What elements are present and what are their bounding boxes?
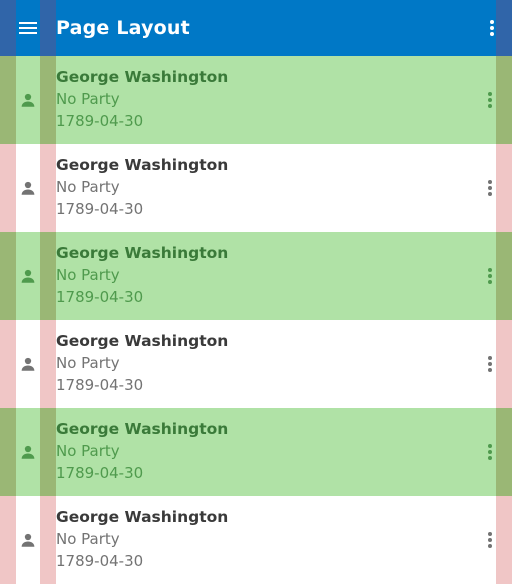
item-date: 1789-04-30: [56, 200, 144, 218]
more-vert-icon: [490, 20, 494, 36]
item-overflow-button[interactable]: [480, 354, 500, 374]
item-date: 1789-04-30: [56, 464, 144, 482]
list-item-text: George Washington No Party 1789-04-30: [56, 418, 228, 484]
president-list: George Washington No Party 1789-04-30 Georg…: [0, 56, 512, 584]
app-bar: Page Layout: [0, 0, 512, 56]
app-bar-overflow-button[interactable]: [472, 0, 512, 56]
list-item[interactable]: George Washington No Party 1789-04-30: [0, 320, 512, 408]
item-overflow-button[interactable]: [480, 266, 500, 286]
page-title: Page Layout: [56, 17, 190, 39]
hamburger-menu-icon: [19, 22, 37, 34]
more-vert-icon: [488, 92, 492, 108]
menu-button[interactable]: [0, 0, 56, 56]
item-name: George Washington: [56, 68, 229, 86]
list-item[interactable]: George Washington No Party 1789-04-30: [0, 232, 512, 320]
person-icon: [18, 266, 38, 286]
item-name: George Washington: [56, 156, 229, 174]
person-icon: [18, 90, 38, 110]
list-item-text: George Washington No Party 1789-04-30: [56, 66, 228, 132]
item-overflow-button[interactable]: [480, 178, 500, 198]
list-item-text: George Washington No Party 1789-04-30: [56, 506, 228, 572]
item-party: No Party: [56, 90, 120, 108]
more-vert-icon: [488, 444, 492, 460]
list-item-text: George Washington No Party 1789-04-30: [56, 330, 228, 396]
item-date: 1789-04-30: [56, 288, 144, 306]
item-name: George Washington: [56, 332, 229, 350]
list-item[interactable]: George Washington No Party 1789-04-30: [0, 56, 512, 144]
item-party: No Party: [56, 530, 120, 548]
more-vert-icon: [488, 268, 492, 284]
item-date: 1789-04-30: [56, 376, 144, 394]
item-date: 1789-04-30: [56, 552, 144, 570]
list-item-text: George Washington No Party 1789-04-30: [56, 154, 228, 220]
more-vert-icon: [488, 356, 492, 372]
item-date: 1789-04-30: [56, 112, 144, 130]
item-overflow-button[interactable]: [480, 442, 500, 462]
person-icon: [18, 354, 38, 374]
item-party: No Party: [56, 354, 120, 372]
more-vert-icon: [488, 180, 492, 196]
person-icon: [18, 442, 38, 462]
item-name: George Washington: [56, 508, 229, 526]
item-name: George Washington: [56, 244, 229, 262]
item-party: No Party: [56, 178, 120, 196]
list-item[interactable]: George Washington No Party 1789-04-30: [0, 496, 512, 584]
item-name: George Washington: [56, 420, 229, 438]
item-party: No Party: [56, 266, 120, 284]
person-icon: [18, 178, 38, 198]
item-party: No Party: [56, 442, 120, 460]
person-icon: [18, 530, 38, 550]
list-item[interactable]: George Washington No Party 1789-04-30: [0, 144, 512, 232]
item-overflow-button[interactable]: [480, 90, 500, 110]
item-overflow-button[interactable]: [480, 530, 500, 550]
more-vert-icon: [488, 532, 492, 548]
list-item-text: George Washington No Party 1789-04-30: [56, 242, 228, 308]
list-item[interactable]: George Washington No Party 1789-04-30: [0, 408, 512, 496]
